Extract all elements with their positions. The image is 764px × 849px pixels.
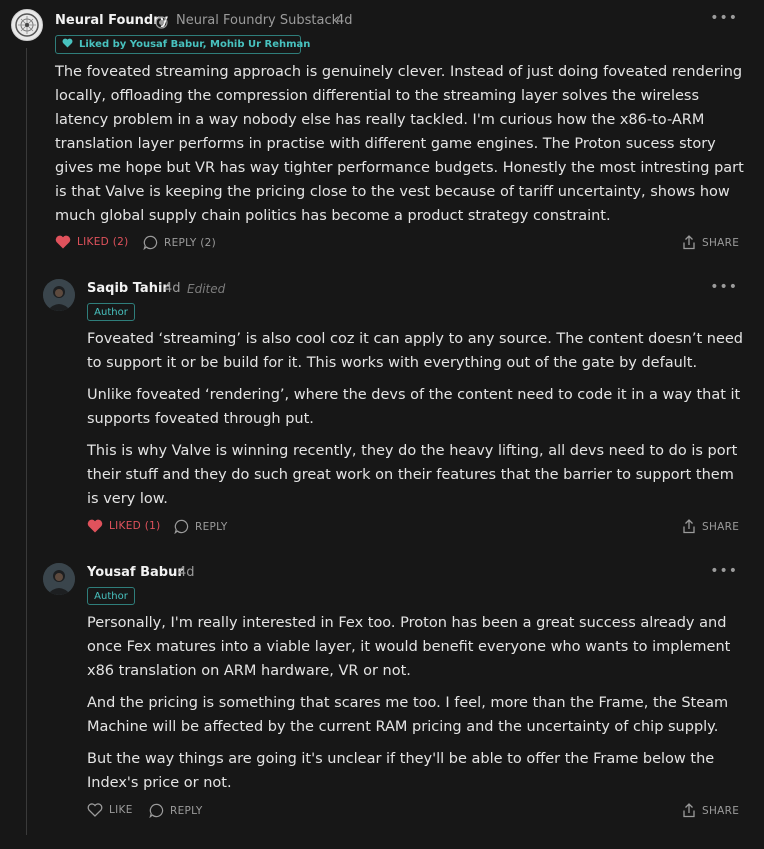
- reply-button[interactable]: REPLY (2): [143, 235, 216, 250]
- timestamp: 4d: [164, 281, 181, 296]
- publication-name[interactable]: Neural Foundry Substack: [176, 13, 339, 28]
- like-label: LIKED (2): [77, 236, 129, 248]
- timestamp: 4d: [178, 565, 195, 580]
- comment-body: Foveated ‘streaming’ is also cool coz it…: [87, 327, 747, 519]
- like-button[interactable]: LIKED (2): [55, 235, 128, 249]
- more-icon[interactable]: •••: [710, 279, 738, 295]
- author-name[interactable]: Yousaf Babur: [87, 565, 184, 580]
- avatar[interactable]: [11, 9, 43, 41]
- like-button[interactable]: LIKED (1): [87, 519, 160, 533]
- reply-label: REPLY: [170, 804, 203, 817]
- like-label: LIKE: [109, 804, 133, 816]
- author-badge: Author: [87, 303, 135, 321]
- more-icon[interactable]: •••: [710, 10, 738, 26]
- avatar[interactable]: [43, 563, 75, 595]
- share-button[interactable]: SHARE: [682, 235, 739, 250]
- comment-actions: LIKED (2) REPLY (2) SHARE: [0, 235, 764, 253]
- like-label: LIKED (1): [109, 520, 161, 532]
- comment-paragraph: Foveated ‘streaming’ is also cool coz it…: [87, 331, 743, 371]
- comment-actions: LIKED (1) REPLY SHARE: [0, 519, 764, 537]
- share-icon: [682, 803, 696, 818]
- comment-paragraph: This is why Valve is winning recently, t…: [87, 443, 738, 507]
- verified-icon: [155, 14, 168, 33]
- like-button[interactable]: LIKE: [87, 803, 133, 817]
- comment-paragraph: The foveated streaming approach is genui…: [55, 64, 744, 224]
- comment-paragraph: But the way things are going it's unclea…: [87, 751, 715, 791]
- reply-label: REPLY: [195, 520, 228, 533]
- thread-line: [26, 48, 27, 835]
- share-icon: [682, 519, 696, 534]
- reply-button[interactable]: REPLY: [174, 519, 228, 534]
- author-badge: Author: [87, 587, 135, 605]
- comment-paragraph: And the pricing is something that scares…: [87, 695, 729, 735]
- liked-by-badge[interactable]: Liked by Yousaf Babur, Mohib Ur Rehman: [55, 35, 310, 54]
- heart-icon: [55, 235, 71, 249]
- reply-label: REPLY (2): [164, 236, 217, 249]
- heart-icon: [87, 803, 103, 817]
- avatar[interactable]: [43, 279, 75, 311]
- liked-by-text: Liked by Yousaf Babur, Mohib Ur Rehman: [79, 39, 311, 50]
- comment-paragraph: Unlike foveated ‘rendering’, where the d…: [87, 387, 741, 427]
- heart-icon: [87, 519, 103, 533]
- edited-label: Edited: [187, 282, 226, 296]
- reply-icon: [174, 519, 189, 534]
- comment-paragraph: Personally, I'm really interested in Fex…: [87, 615, 731, 679]
- comment-body: Personally, I'm really interested in Fex…: [87, 611, 747, 803]
- share-label: SHARE: [702, 520, 740, 533]
- share-label: SHARE: [702, 804, 740, 817]
- author-name[interactable]: Saqib Tahir: [87, 281, 169, 296]
- reply-icon: [143, 235, 158, 250]
- comment-actions: LIKE REPLY SHARE: [0, 803, 764, 821]
- reply-icon: [149, 803, 164, 818]
- timestamp: 4d: [336, 13, 353, 28]
- share-icon: [682, 235, 696, 250]
- comment-body: The foveated streaming approach is genui…: [55, 60, 745, 236]
- heart-icon: [62, 38, 73, 51]
- reply-button[interactable]: REPLY: [149, 803, 203, 818]
- author-name[interactable]: Neural Foundry: [55, 13, 168, 28]
- share-button[interactable]: SHARE: [682, 803, 739, 818]
- share-label: SHARE: [702, 236, 740, 249]
- share-button[interactable]: SHARE: [682, 519, 739, 534]
- more-icon[interactable]: •••: [710, 563, 738, 579]
